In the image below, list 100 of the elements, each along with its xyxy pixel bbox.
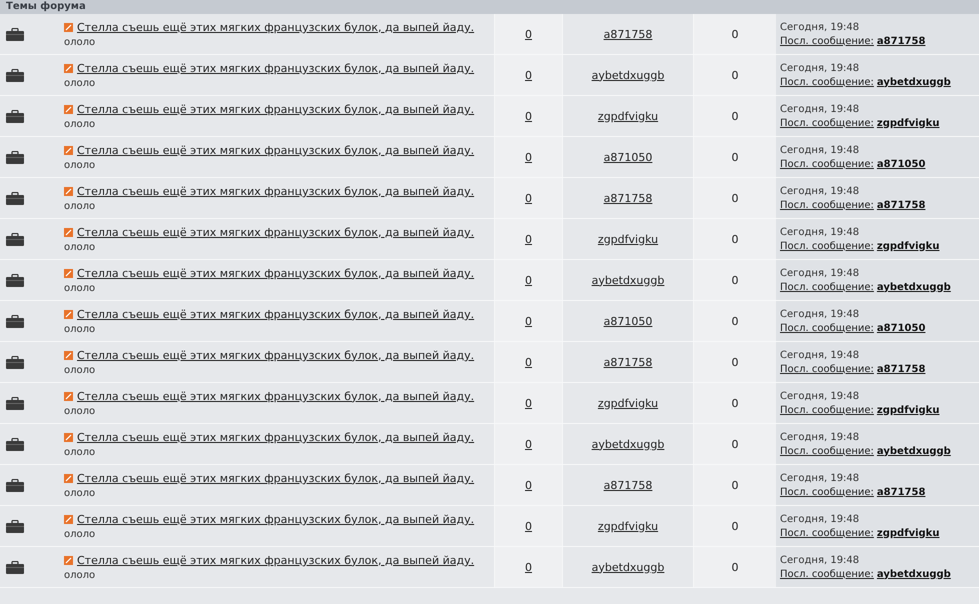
last-post-link[interactable]: Посл. сообщение: — [780, 364, 874, 374]
views-count: 0 — [732, 560, 738, 574]
briefcase-icon — [6, 192, 24, 204]
last-author-link[interactable]: aybetdxuggb — [876, 282, 951, 292]
author-link[interactable]: aybetdxuggb — [592, 274, 664, 286]
author-link[interactable]: a871758 — [604, 478, 652, 492]
last-author-link[interactable]: a871050 — [876, 322, 926, 334]
author-link[interactable]: a871758 — [604, 356, 652, 368]
last-author-link[interactable]: a871050 — [876, 158, 926, 170]
last-author-link[interactable]: aybetdxuggb — [876, 446, 951, 456]
last-post-link[interactable]: Посл. сообщение: — [780, 322, 874, 334]
author-link[interactable]: zgpdfvigku — [598, 520, 658, 532]
topic-title-link[interactable]: Стелла съешь ещё этих мягких французских булок, да выпей йаду. — [77, 308, 474, 320]
last-post-link[interactable]: Посл. сообщение: — [780, 446, 874, 456]
views-count: 0 — [732, 28, 738, 40]
topic-description: ололо — [64, 118, 96, 130]
views-count: 0 — [732, 150, 738, 164]
author-link[interactable]: aybetdxuggb — [592, 560, 664, 574]
briefcase-icon — [6, 232, 24, 246]
replies-link[interactable]: 0 — [525, 274, 532, 286]
last-post-link[interactable]: Посл. сообщение: — [780, 76, 874, 88]
last-author-link[interactable]: zgpdfvigku — [876, 528, 940, 538]
author-link[interactable]: a871758 — [604, 192, 652, 204]
author-link[interactable]: a871758 — [604, 28, 652, 40]
author-link[interactable]: zgpdfvigku — [598, 396, 658, 410]
last-post-link[interactable]: Посл. сообщение: — [780, 282, 874, 292]
replies-link[interactable]: 0 — [525, 232, 532, 246]
author-link[interactable]: zgpdfvigku — [598, 232, 658, 246]
author-link[interactable]: a871050 — [604, 150, 652, 164]
last-post-link[interactable]: Посл. сообщение: — [780, 36, 874, 46]
replies-link[interactable]: 0 — [525, 438, 532, 450]
replies-link[interactable]: 0 — [525, 478, 532, 492]
topic-description: ололо — [64, 282, 96, 294]
topic-title-link[interactable]: Стелла съешь ещё этих мягких французских булок, да выпей йаду. — [77, 266, 474, 280]
last-author-link[interactable]: a871758 — [876, 36, 926, 46]
replies-link[interactable]: 0 — [525, 396, 532, 410]
last-post-link[interactable]: Посл. сообщение: — [780, 486, 874, 498]
post-time: Сегодня, 19:48 — [780, 22, 860, 32]
post-icon — [64, 350, 73, 360]
last-post-link[interactable]: Посл. сообщение: — [780, 404, 874, 416]
last-post-link[interactable]: Посл. сообщение: — [780, 528, 874, 538]
author-link[interactable]: aybetdxuggb — [592, 438, 664, 450]
post-time: Сегодня, 19:48 — [780, 226, 860, 238]
topic-title-link[interactable]: Стелла съешь ещё этих мягких французских булок, да выпей йаду. — [77, 430, 474, 444]
replies-link[interactable]: 0 — [525, 28, 532, 40]
post-icon — [64, 104, 73, 114]
last-author-link[interactable]: zgpdfvigku — [876, 118, 940, 128]
replies-link[interactable]: 0 — [525, 356, 532, 368]
topic-title-link[interactable]: Стелла съешь ещё этих мягких французских булок, да выпей йаду. — [77, 20, 474, 34]
replies-link[interactable]: 0 — [525, 520, 532, 532]
replies-link[interactable]: 0 — [525, 560, 532, 574]
replies-link[interactable]: 0 — [525, 150, 532, 164]
topic-description: ололо — [64, 242, 96, 252]
replies-link[interactable]: 0 — [525, 314, 532, 328]
topic-title-link[interactable]: Стелла съешь ещё этих мягких французских булок, да выпей йаду. — [77, 348, 474, 362]
topic-title-link[interactable]: Стелла съешь ещё этих мягких французских булок, да выпей йаду. — [77, 512, 474, 526]
topic-title-link[interactable]: Стелла съешь ещё этих мягких французских булок, да выпей йаду. — [77, 144, 474, 156]
replies-link[interactable]: 0 — [525, 110, 532, 122]
post-time: Сегодня, 19:48 — [780, 390, 860, 402]
topic-title-link[interactable]: Стелла съешь ещё этих мягких французских булок, да выпей йаду. — [77, 226, 474, 238]
briefcase-icon — [6, 28, 24, 40]
topic-title-link[interactable]: Стелла съешь ещё этих мягких французских булок, да выпей йаду. — [77, 390, 474, 402]
last-post-link[interactable]: Посл. сообщение: — [780, 200, 874, 210]
last-post-link[interactable]: Посл. сообщение: — [780, 568, 874, 580]
last-author-link[interactable]: a871758 — [876, 200, 926, 210]
topic-title-link[interactable]: Стелла съешь ещё этих мягких французских булок, да выпей йаду. — [77, 554, 474, 566]
topic-description: ололо — [64, 78, 96, 88]
post-icon — [64, 474, 73, 482]
last-post-link[interactable]: Посл. сообщение: — [780, 118, 874, 128]
topic-title-link[interactable]: Стелла съешь ещё этих мягких французских булок, да выпей йаду. — [77, 184, 474, 198]
author-link[interactable]: zgpdfvigku — [598, 110, 658, 122]
topic-title-link[interactable]: Стелла съешь ещё этих мягких французских булок, да выпей йаду. — [77, 62, 474, 74]
last-author-link[interactable]: aybetdxuggb — [876, 568, 951, 580]
topic-title-link[interactable]: Стелла съешь ещё этих мягких французских булок, да выпей йаду. — [77, 102, 474, 116]
post-icon — [64, 432, 73, 442]
post-time: Сегодня, 19:48 — [780, 186, 860, 196]
views-count: 0 — [732, 314, 738, 328]
views-count: 0 — [732, 192, 738, 204]
topic-title-link[interactable]: Стелла съешь ещё этих мягких французских булок, да выпей йаду. — [77, 472, 474, 484]
views-count: 0 — [732, 68, 738, 82]
post-icon — [64, 146, 73, 154]
last-author-link[interactable]: zgpdfvigku — [876, 240, 940, 252]
author-link[interactable]: a871050 — [604, 314, 652, 328]
views-count: 0 — [732, 396, 738, 410]
last-post-link[interactable]: Посл. сообщение: — [780, 240, 874, 252]
post-icon — [64, 268, 73, 278]
last-post-link[interactable]: Посл. сообщение: — [780, 158, 874, 170]
author-link[interactable]: aybetdxuggb — [592, 68, 664, 82]
topic-description: ололо — [64, 200, 96, 212]
briefcase-icon — [6, 438, 24, 450]
last-author-link[interactable]: zgpdfvigku — [876, 404, 940, 416]
replies-link[interactable]: 0 — [525, 192, 532, 204]
views-count: 0 — [732, 520, 738, 532]
post-icon — [64, 556, 73, 564]
post-icon — [64, 514, 73, 524]
replies-link[interactable]: 0 — [525, 68, 532, 82]
views-count: 0 — [732, 232, 738, 246]
last-author-link[interactable]: a871758 — [876, 364, 926, 374]
last-author-link[interactable]: aybetdxuggb — [876, 76, 951, 88]
last-author-link[interactable]: a871758 — [876, 486, 926, 498]
